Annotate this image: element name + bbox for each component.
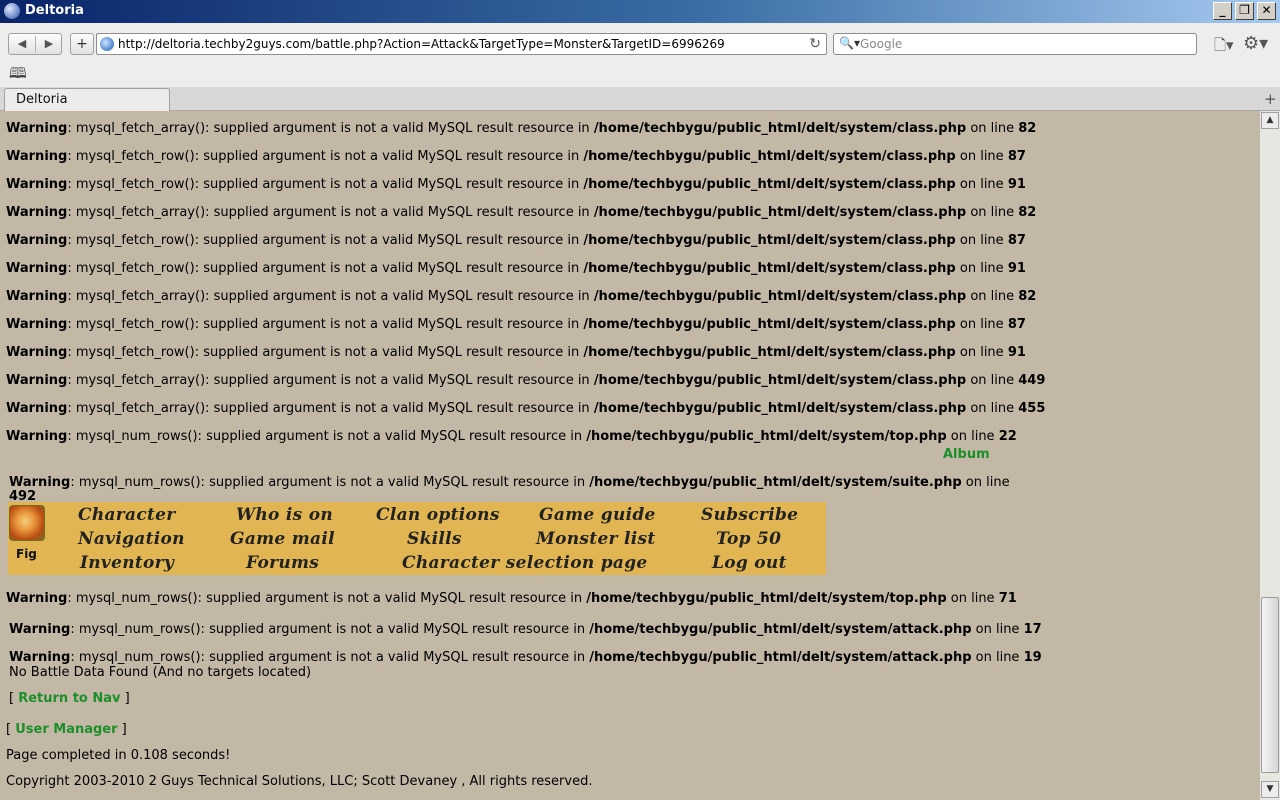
page-content: Warning: mysql_fetch_array(): supplied a… [0,111,1259,800]
warning-row: Warning: mysql_fetch_array(): supplied a… [6,121,1037,136]
bookmarks-icon[interactable]: 🕮 [9,63,27,88]
warning-row: Warning: mysql_fetch_row(): supplied arg… [6,345,1026,360]
nav-subscribe[interactable]: Subscribe [701,505,798,525]
vertical-scrollbar[interactable]: ▲ ▼ [1259,111,1280,800]
address-bar[interactable]: http://deltoria.techby2guys.com/battle.p… [96,33,827,55]
warning-row: Warning: mysql_fetch_row(): supplied arg… [6,261,1026,276]
nav-game-guide[interactable]: Game guide [539,505,656,525]
warning-row: Warning: mysql_num_rows(): supplied argu… [6,429,1017,444]
nav-clan-options[interactable]: Clan options [376,505,500,525]
warning-row: Warning: mysql_fetch_array(): supplied a… [6,401,1046,416]
nav-log-out[interactable]: Log out [712,553,787,573]
album-link[interactable]: Album [943,447,990,463]
url-text[interactable]: http://deltoria.techby2guys.com/battle.p… [118,37,725,51]
tab-bar: Deltoria + [0,87,1280,111]
nav-character[interactable]: Character [78,505,176,525]
restore-button[interactable]: ❐ [1235,2,1254,20]
warning-row: Warning: mysql_fetch_row(): supplied arg… [6,149,1026,164]
return-to-nav-link[interactable]: Return to Nav [18,691,120,706]
nav-buttons: ◀ ▶ [8,33,62,55]
nav-forums[interactable]: Forums [246,553,319,573]
globe-icon [100,37,114,51]
nav-inventory[interactable]: Inventory [80,553,174,573]
search-placeholder[interactable]: Google [860,37,902,51]
warning-row: Warning: mysql_fetch_array(): supplied a… [6,289,1037,304]
warning-row: Warning: mysql_fetch_row(): supplied arg… [6,233,1026,248]
reload-icon[interactable]: ↻ [809,36,821,52]
add-bookmark-button[interactable]: + [70,33,94,55]
app-icon [4,3,20,19]
nav-skills[interactable]: Skills [407,529,462,549]
search-icon[interactable]: 🔍▾ [839,36,860,50]
warning-row: Warning: mysql_num_rows(): supplied argu… [9,650,1042,665]
fig-avatar-icon[interactable] [9,505,45,541]
forward-button[interactable]: ▶ [36,35,62,53]
window-titlebar: Deltoria _ ❐ ✕ [0,0,1280,23]
minimize-button[interactable]: _ [1213,2,1232,20]
user-manager-link[interactable]: User Manager [15,722,117,737]
nav-monster-list[interactable]: Monster list [536,529,656,549]
warning-row: Warning: mysql_fetch_array(): supplied a… [6,205,1037,220]
warning-suite: Warning: mysql_num_rows(): supplied argu… [9,475,1010,490]
scroll-up-arrow-icon[interactable]: ▲ [1261,112,1279,129]
scroll-down-arrow-icon[interactable]: ▼ [1261,781,1279,798]
tab-deltoria[interactable]: Deltoria [4,88,170,111]
avatar-label: Fig [16,547,37,561]
nav-game-mail[interactable]: Game mail [230,529,335,549]
nav-top-50[interactable]: Top 50 [716,529,781,549]
warning-row: Warning: mysql_num_rows(): supplied argu… [9,622,1042,637]
search-field[interactable]: 🔍▾ Google [833,33,1197,55]
back-button[interactable]: ◀ [9,35,35,53]
page-menu-icon[interactable]: 🗋▾ [1214,35,1234,60]
copyright-text: Copyright 2003-2010 2 Guys Technical Sol… [6,774,593,789]
warning-row: Warning: mysql_fetch_row(): supplied arg… [6,317,1026,332]
window-title: Deltoria [25,3,84,18]
nav-navigation[interactable]: Navigation [78,529,185,549]
nav-who-is-on[interactable]: Who is on [236,505,333,525]
warning-row: Warning: mysql_num_rows(): supplied argu… [6,591,1017,606]
warning-row: Warning: mysql_fetch_array(): supplied a… [6,373,1046,388]
page-completed-text: Page completed in 0.108 seconds! [6,748,231,763]
no-battle-text: No Battle Data Found (And no targets loc… [9,665,312,680]
warning-row: Warning: mysql_fetch_row(): supplied arg… [6,177,1026,192]
nav-character-selection[interactable]: Character selection page [402,553,648,573]
scroll-thumb[interactable] [1261,597,1279,773]
return-to-nav: [ Return to Nav ] [9,691,130,706]
close-button[interactable]: ✕ [1257,2,1276,20]
game-nav-panel: Fig Character Who is on Clan options Gam… [8,502,826,575]
gear-icon[interactable]: ⚙▾ [1243,33,1268,54]
user-manager: [ User Manager ] [6,722,127,737]
new-tab-button[interactable]: + [1264,90,1277,108]
